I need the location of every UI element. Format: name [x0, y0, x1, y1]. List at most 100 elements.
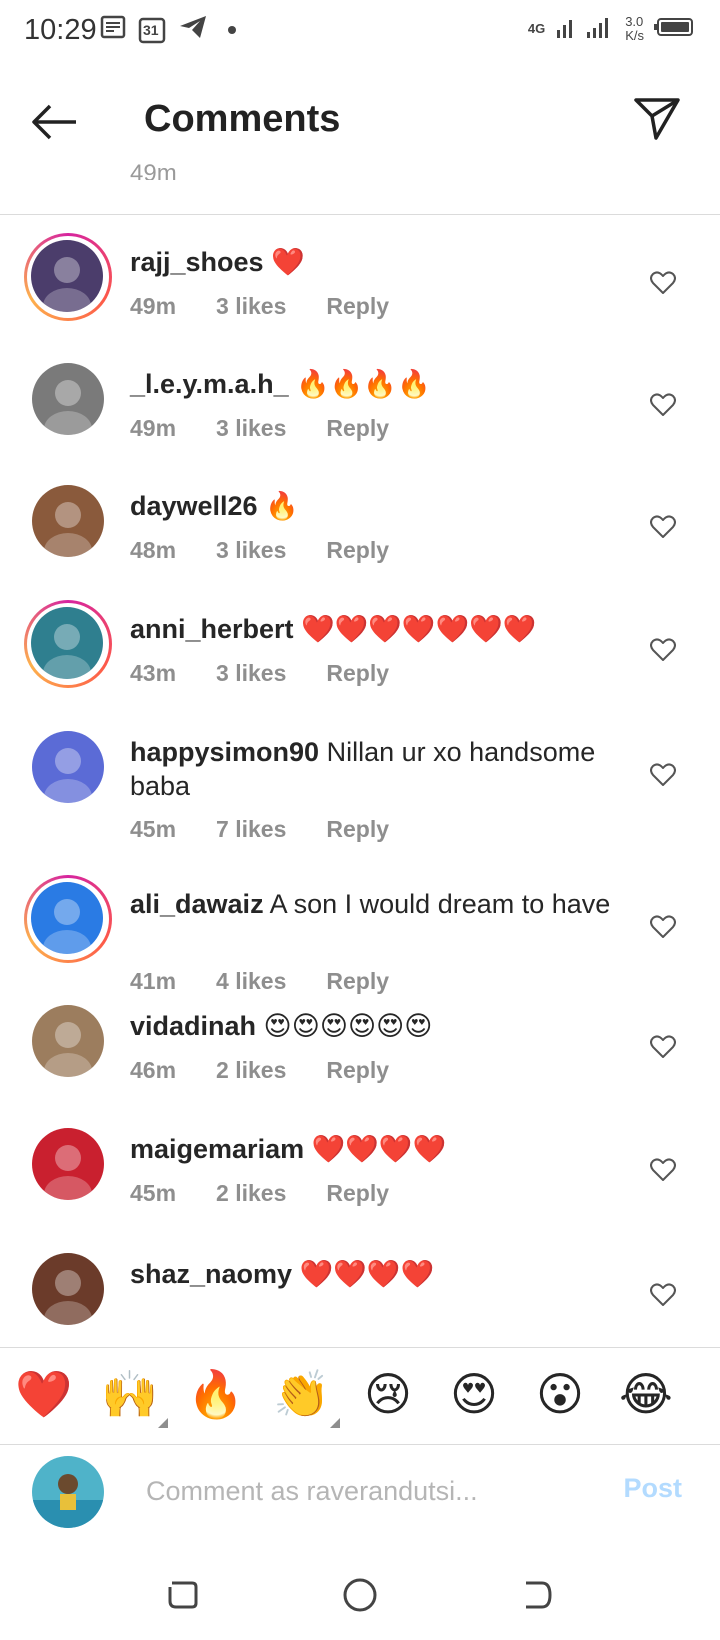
comment-username[interactable]: ali_dawaiz: [130, 889, 264, 919]
heart-outline-icon: [650, 1035, 676, 1058]
comment-meta: 49m 3 likes Reply: [130, 293, 429, 320]
quick-emoji-button[interactable]: 🔥: [186, 1364, 246, 1424]
avatar-story-ring[interactable]: [24, 600, 112, 688]
like-comment-button[interactable]: [650, 915, 676, 939]
comment-text: ali_dawaiz A son I would dream to have: [130, 887, 620, 921]
comment-likes[interactable]: 3 likes: [216, 415, 286, 442]
home-button[interactable]: [340, 1575, 380, 1615]
quick-emoji-button[interactable]: 🙌: [100, 1364, 168, 1428]
comment-likes[interactable]: 2 likes: [216, 1180, 286, 1207]
avatar: [32, 485, 104, 557]
comment-username[interactable]: anni_herbert: [130, 614, 294, 644]
comment-username[interactable]: _l.e.y.m.a.h_: [130, 369, 289, 399]
network-speed: 3.0 K/s: [625, 13, 644, 43]
comment-body: ❤️❤️❤️❤️: [299, 1259, 435, 1289]
comment-likes[interactable]: 3 likes: [216, 537, 286, 564]
like-comment-button[interactable]: [650, 1283, 676, 1307]
quick-emoji-bar: ❤️ 🙌 🔥 👏 😢 😍 😮 😂: [0, 1347, 720, 1445]
like-comment-button[interactable]: [650, 1035, 676, 1059]
skin-tone-indicator-icon: [330, 1418, 340, 1428]
comment-time: 49m: [130, 293, 177, 319]
comment-meta: 43m 3 likes Reply: [130, 660, 429, 687]
heart-outline-icon: [650, 515, 676, 538]
news-icon: [100, 14, 126, 45]
comment-username[interactable]: happysimon90: [130, 737, 319, 767]
avatar-story-ring[interactable]: [24, 875, 112, 963]
comment-row: shaz_naomy ❤️❤️❤️❤️: [0, 1245, 720, 1345]
post-button[interactable]: Post: [617, 1472, 688, 1505]
back-arrow-icon: [32, 104, 76, 140]
like-comment-button[interactable]: [650, 515, 676, 539]
comment-input[interactable]: [144, 1470, 588, 1512]
heart-outline-icon: [650, 763, 676, 786]
comment-likes[interactable]: 3 likes: [216, 293, 286, 320]
quick-emoji-button[interactable]: ❤️: [14, 1364, 74, 1424]
avatar-wrap[interactable]: [24, 477, 112, 565]
comment-username[interactable]: vidadinah: [130, 1011, 256, 1041]
comment-row: happysimon90 Nillan ur xo handsome baba …: [0, 723, 720, 843]
like-comment-button[interactable]: [650, 1158, 676, 1182]
like-comment-button[interactable]: [650, 763, 676, 787]
comment-row: ali_dawaiz A son I would dream to have 4…: [0, 875, 720, 995]
reply-button[interactable]: Reply: [326, 537, 389, 564]
like-comment-button[interactable]: [650, 271, 676, 295]
back-button[interactable]: [30, 102, 80, 142]
status-time: 10:29: [24, 14, 97, 46]
heart-outline-icon: [650, 393, 676, 416]
avatar: [31, 882, 103, 954]
recents-icon: [168, 1581, 198, 1609]
avatar-story-ring[interactable]: [24, 233, 112, 321]
reply-button[interactable]: Reply: [326, 415, 389, 442]
comment-time: 48m: [130, 537, 177, 563]
avatar: [32, 1005, 104, 1077]
comment-row: anni_herbert ❤️❤️❤️❤️❤️❤️❤️ 43m 3 likes …: [0, 600, 720, 720]
comment-likes[interactable]: 2 likes: [216, 1057, 286, 1084]
quick-emoji-button[interactable]: 😢: [358, 1364, 418, 1424]
comment-body: 🔥🔥🔥🔥: [296, 369, 431, 399]
comment-username[interactable]: rajj_shoes: [130, 247, 264, 277]
comment-meta: 49m 3 likes Reply: [130, 415, 429, 442]
comment-likes[interactable]: 4 likes: [216, 968, 286, 995]
comment-time: 41m: [130, 968, 177, 994]
reply-button[interactable]: Reply: [326, 293, 389, 320]
home-circle-icon: [343, 1578, 377, 1612]
quick-emoji-button[interactable]: 😮: [530, 1364, 590, 1424]
comment-body: A son I would dream to have: [269, 889, 611, 919]
reply-button[interactable]: Reply: [326, 816, 389, 843]
avatar-wrap[interactable]: [24, 997, 112, 1085]
comment-likes[interactable]: 7 likes: [216, 816, 286, 843]
comment-time: 49m: [130, 415, 177, 441]
quick-emoji-button[interactable]: 😍: [444, 1364, 504, 1424]
speed-value: 3.0: [625, 13, 644, 29]
comment-meta: 48m 3 likes Reply: [130, 537, 429, 564]
avatar-wrap[interactable]: [24, 1245, 112, 1333]
comments-list[interactable]: rajj_shoes ❤️ 49m 3 likes Reply _l.e.y.m…: [0, 215, 720, 1345]
comment-username[interactable]: maigemariam: [130, 1134, 304, 1164]
quick-emoji-button[interactable]: 👏: [272, 1364, 340, 1428]
comment-row: vidadinah 😍😍😍😍😍😍 46m 2 likes Reply: [0, 997, 720, 1117]
quick-emoji-button[interactable]: 😂: [616, 1364, 676, 1424]
comment-username[interactable]: shaz_naomy: [130, 1259, 292, 1289]
avatar-wrap[interactable]: [24, 355, 112, 443]
avatar-wrap[interactable]: [24, 723, 112, 811]
reply-button[interactable]: Reply: [326, 1057, 389, 1084]
comment-row: rajj_shoes ❤️ 49m 3 likes Reply: [0, 233, 720, 353]
reply-button[interactable]: Reply: [326, 660, 389, 687]
comment-text: anni_herbert ❤️❤️❤️❤️❤️❤️❤️: [130, 612, 620, 646]
comment-body: ❤️❤️❤️❤️❤️❤️❤️: [301, 614, 537, 644]
comment-time: 45m: [130, 1180, 177, 1206]
signal-icon: [555, 14, 615, 43]
share-button[interactable]: [632, 94, 682, 144]
comment-username[interactable]: daywell26: [130, 491, 258, 521]
reply-button[interactable]: Reply: [326, 1180, 389, 1207]
like-comment-button[interactable]: [650, 638, 676, 662]
avatar-wrap[interactable]: [24, 1120, 112, 1208]
reply-button[interactable]: Reply: [326, 968, 389, 995]
recents-button[interactable]: [162, 1575, 202, 1615]
comment-body: ❤️❤️❤️❤️: [311, 1134, 447, 1164]
comment-likes[interactable]: 3 likes: [216, 660, 286, 687]
back-nav-button[interactable]: [518, 1575, 558, 1615]
like-comment-button[interactable]: [650, 393, 676, 417]
comment-text: daywell26 🔥: [130, 489, 620, 523]
notification-dot-icon: [228, 25, 236, 34]
